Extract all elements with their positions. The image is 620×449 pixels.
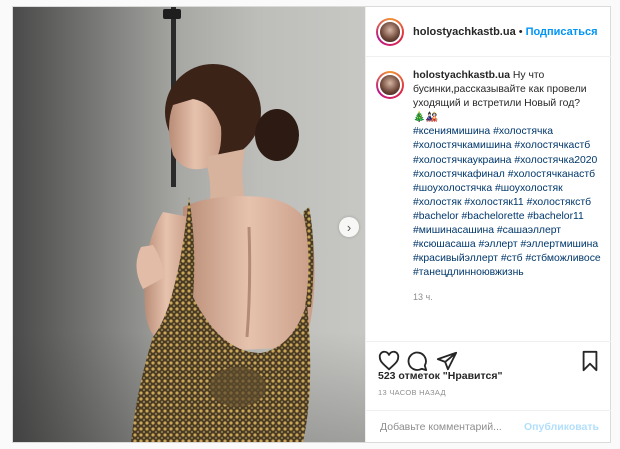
- caption-avatar[interactable]: [376, 71, 404, 99]
- hashtag-link[interactable]: #мишинасашина: [413, 225, 494, 236]
- bookmark-icon[interactable]: [579, 350, 601, 372]
- follow-button[interactable]: Подписаться: [526, 26, 598, 38]
- comment-bar: Опубликовать: [366, 410, 611, 443]
- share-icon[interactable]: [436, 350, 458, 372]
- hashtag-link[interactable]: #шоухолостяк: [495, 183, 563, 194]
- hashtag-link[interactable]: #холостячка2020: [514, 155, 597, 166]
- hashtag-link[interactable]: #холостякстб: [527, 197, 592, 208]
- instagram-post: › holostyachkastb.ua • Подписаться holos…: [12, 6, 611, 443]
- caption-emojis: 🎄🎎: [413, 112, 438, 124]
- hashtag-link[interactable]: #холостячкаукраина: [413, 155, 511, 166]
- post-photo[interactable]: ›: [13, 7, 365, 442]
- post-header: holostyachkastb.ua • Подписаться: [366, 7, 611, 57]
- chevron-right-icon: ›: [346, 219, 352, 235]
- caption-username[interactable]: holostyachkastb.ua: [413, 70, 510, 81]
- hashtag-link[interactable]: #холостяк: [413, 197, 462, 208]
- hashtag-link[interactable]: #холостячка: [493, 126, 553, 137]
- hashtag-list: #ксениямишина #холостячка #холостячкамиш…: [413, 125, 604, 280]
- hashtag-link[interactable]: #bachelorette: [462, 211, 525, 222]
- hashtag-link[interactable]: #шоухолостячка: [413, 183, 492, 194]
- separator-dot: •: [518, 25, 523, 38]
- avatar-image: [378, 73, 402, 97]
- post-timestamp[interactable]: 13 ЧАСОВ НАЗАД: [378, 388, 446, 397]
- hashtag-link[interactable]: #красивыйэллерт: [413, 253, 498, 264]
- hashtag-link[interactable]: #эллерт: [479, 239, 518, 250]
- caption: holostyachkastb.ua Ну что бусинки,расска…: [376, 69, 604, 305]
- avatar[interactable]: [376, 17, 404, 46]
- caption-text-block: holostyachkastb.ua Ну что бусинки,расска…: [413, 69, 604, 305]
- hashtag-link[interactable]: #ксюшасаша: [413, 239, 476, 250]
- hashtag-link[interactable]: #танецдлинноювжизнь: [413, 267, 524, 278]
- hashtag-link[interactable]: #холостячканастб: [508, 169, 595, 180]
- caption-time-ago: 13 ч.: [413, 292, 433, 303]
- hashtag-link[interactable]: #холостячкафинал: [413, 169, 505, 180]
- header-username[interactable]: holostyachkastb.ua: [413, 26, 516, 38]
- avatar-image: [378, 19, 402, 44]
- hashtag-link[interactable]: #холостячкастб: [514, 140, 590, 151]
- woman-figure: [131, 64, 315, 442]
- next-photo-button[interactable]: ›: [339, 217, 359, 237]
- hashtag-link[interactable]: #холостячкамишина: [413, 140, 512, 151]
- hashtag-link[interactable]: #bachelor: [413, 211, 459, 222]
- hashtag-link[interactable]: #стбможливосе: [525, 253, 600, 264]
- hashtag-link[interactable]: #ксениямишина: [413, 126, 490, 137]
- heart-icon[interactable]: [378, 350, 400, 372]
- hashtag-link[interactable]: #сашаэллерт: [497, 225, 561, 236]
- publish-button[interactable]: Опубликовать: [524, 421, 599, 433]
- post-sidebar: holostyachkastb.ua • Подписаться holosty…: [365, 7, 611, 442]
- hashtag-link[interactable]: #холостяк11: [464, 197, 523, 208]
- hashtag-link[interactable]: #bachelor11: [527, 211, 583, 222]
- hashtag-link[interactable]: #эллертмишина: [521, 239, 599, 250]
- comment-icon[interactable]: [406, 350, 428, 372]
- likes-count[interactable]: 523 отметок "Нравится": [378, 370, 502, 382]
- comment-input[interactable]: [378, 420, 525, 434]
- hashtag-link[interactable]: #стб: [501, 253, 523, 264]
